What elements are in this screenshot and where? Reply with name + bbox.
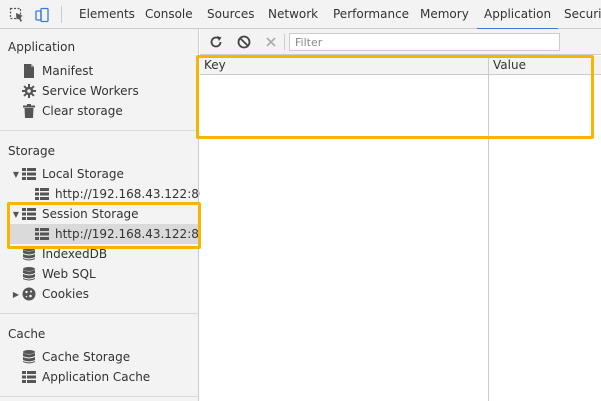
inspect-element-icon[interactable] <box>7 5 27 25</box>
application-sidebar: Application Manifest Service Workers Cle… <box>0 29 222 401</box>
sidebar-item-manifest[interactable]: Manifest <box>22 61 93 81</box>
sidebar-item-cookies[interactable]: Cookies <box>22 284 89 304</box>
expand-arrow-icon[interactable]: ▼ <box>11 204 21 224</box>
database-icon <box>22 350 36 364</box>
grid-icon <box>22 207 36 221</box>
grid-icon <box>22 370 36 384</box>
sidebar-item-label: Session Storage <box>42 207 139 221</box>
sidebar-item-session-storage[interactable]: Session Storage <box>22 204 139 224</box>
tab-memory[interactable]: Memory <box>420 0 469 29</box>
sidebar-item-application-cache[interactable]: Application Cache <box>22 367 150 387</box>
column-header-value[interactable]: Value <box>489 56 601 75</box>
grid-icon <box>35 187 49 201</box>
sidebar-item-local-origin[interactable]: http://192.168.43.122:8000 <box>35 184 222 204</box>
sidebar-item-label: Clear storage <box>42 104 123 118</box>
tab-console[interactable]: Console <box>145 0 193 29</box>
grid-icon <box>22 167 36 181</box>
sidebar-item-websql[interactable]: Web SQL <box>22 264 96 284</box>
storage-data-grid: Key Value <box>200 56 601 401</box>
gear-icon <box>22 84 36 98</box>
delete-selected-icon[interactable] <box>262 33 280 51</box>
tab-security[interactable]: Securit <box>564 0 601 29</box>
database-icon <box>22 267 36 281</box>
sidebar-item-cache-storage[interactable]: Cache Storage <box>22 347 130 367</box>
sidebar-item-session-origin[interactable]: http://192.168.43.122:8000 <box>35 224 222 244</box>
sidebar-item-label: Web SQL <box>42 267 96 281</box>
tab-application[interactable]: Application <box>476 0 559 30</box>
section-title-application: Application <box>8 40 76 54</box>
device-toolbar-icon[interactable] <box>32 5 52 25</box>
storage-toolbar <box>200 29 601 55</box>
section-divider <box>0 313 199 314</box>
clear-all-icon[interactable] <box>235 33 253 51</box>
sidebar-item-label: Cookies <box>42 287 89 301</box>
collapse-arrow-icon[interactable]: ▶ <box>11 284 21 304</box>
expand-arrow-icon[interactable]: ▼ <box>11 164 21 184</box>
refresh-icon[interactable] <box>207 33 225 51</box>
tab-elements[interactable]: Elements <box>79 0 135 29</box>
tab-performance[interactable]: Performance <box>333 0 409 29</box>
sidebar-item-local-storage[interactable]: Local Storage <box>22 164 124 184</box>
section-divider <box>0 130 199 131</box>
sidebar-item-label: IndexedDB <box>42 247 108 261</box>
column-header-key[interactable]: Key <box>200 56 488 75</box>
database-icon <box>22 247 36 261</box>
filter-input[interactable] <box>289 33 560 51</box>
column-divider <box>488 56 489 401</box>
trash-icon <box>22 104 36 118</box>
devtools-tab-bar: Elements Console Sources Network Perform… <box>0 0 601 30</box>
section-divider <box>0 396 199 397</box>
sidebar-item-label: Service Workers <box>42 84 139 98</box>
sidebar-item-label: Local Storage <box>42 167 124 181</box>
grid-icon <box>35 227 49 241</box>
sidebar-item-label: http://192.168.43.122:8000 <box>55 187 222 201</box>
section-title-cache: Cache <box>8 327 46 341</box>
document-icon <box>22 64 36 78</box>
sidebar-item-indexeddb[interactable]: IndexedDB <box>22 244 107 264</box>
tab-network[interactable]: Network <box>268 0 318 29</box>
sidebar-item-label: http://192.168.43.122:8000 <box>55 227 222 241</box>
section-title-storage: Storage <box>8 144 55 158</box>
sidebar-item-label: Cache Storage <box>42 350 131 364</box>
tab-bar-separator <box>61 6 62 23</box>
sidebar-item-label: Application Cache <box>42 370 151 384</box>
cookie-icon <box>22 287 36 301</box>
tab-sources[interactable]: Sources <box>207 0 254 29</box>
sidebar-item-service-workers[interactable]: Service Workers <box>22 81 139 101</box>
sidebar-item-clear-storage[interactable]: Clear storage <box>22 101 123 121</box>
toolbar-separator <box>284 34 285 50</box>
sidebar-item-label: Manifest <box>42 64 94 78</box>
